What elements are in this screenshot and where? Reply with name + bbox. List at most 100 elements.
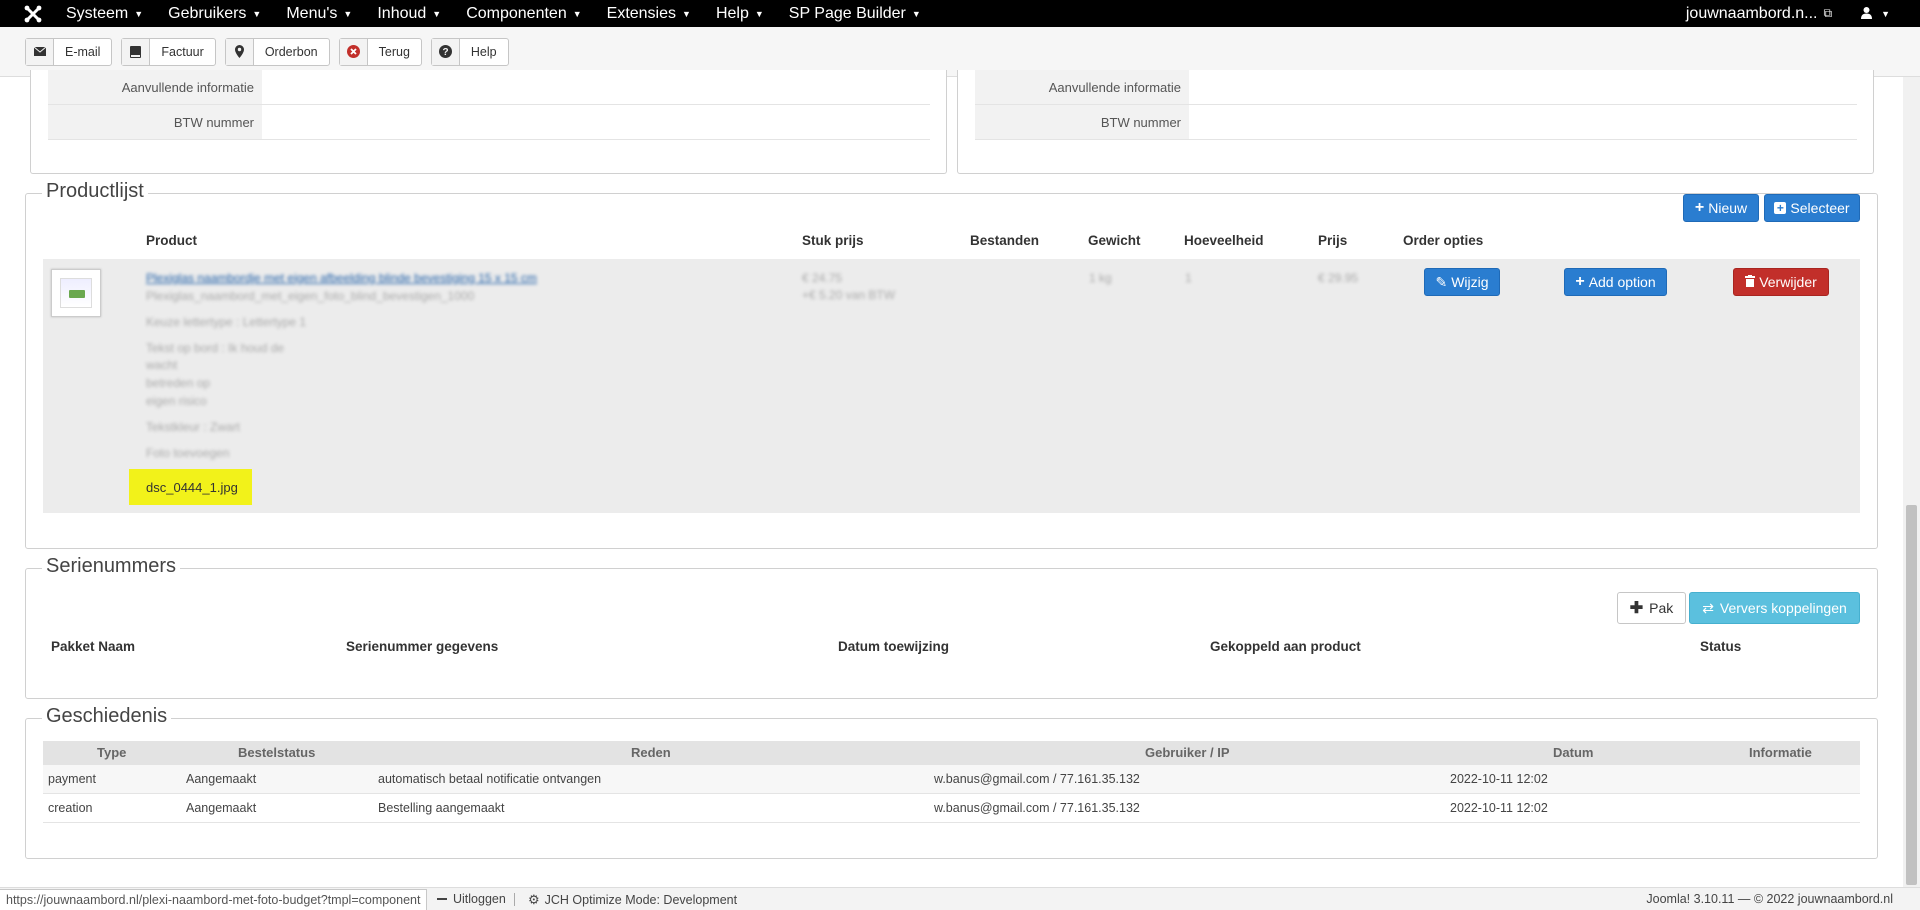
history-reason: automatisch betaal notificatie ontvangen <box>378 772 602 786</box>
menu-sp-page-builder[interactable]: SP Page Builder ▼ <box>789 5 932 23</box>
product-font-option: Keuze lettertype : Lettertype 1 <box>146 315 307 329</box>
select-product-button[interactable]: + Selecteer <box>1764 194 1860 222</box>
history-col-type: Type <box>97 745 127 760</box>
refresh-icon: ⇄ <box>1702 599 1714 616</box>
history-col-status: Bestelstatus <box>238 745 316 760</box>
history-table-header: Type Bestelstatus Reden Gebruiker / IP D… <box>43 741 1860 765</box>
product-row: Plexiglas naambordje met eigen afbeeldin… <box>43 259 1860 513</box>
address-row: BTW nummer <box>975 105 1857 140</box>
history-row: payment Aangemaakt automatisch betaal no… <box>43 765 1860 794</box>
terug-button-label: Terug <box>378 44 410 59</box>
product-image-mark <box>69 290 85 298</box>
cancel-circle-icon <box>339 38 368 65</box>
product-name[interactable]: Plexiglas naambordje met eigen afbeeldin… <box>146 271 537 285</box>
menu-label: Systeem <box>66 4 129 22</box>
logout-link[interactable]: Uitloggen <box>437 892 506 906</box>
scrollbar-thumb[interactable] <box>1906 505 1917 885</box>
product-quantity: 1 <box>1185 271 1192 285</box>
site-link-label: jouwnaambord.n... <box>1685 4 1818 22</box>
col-status: Status <box>1700 639 1742 654</box>
main-menu: Systeem ▼ Gebruikers ▼ Menu's ▼ Inhoud ▼ Com… <box>66 0 946 27</box>
orderbon-button-label: Orderbon <box>264 44 318 59</box>
refresh-links-button[interactable]: ⇄ Ververs koppelingen <box>1689 592 1860 624</box>
help-button[interactable]: ? Help <box>430 37 509 66</box>
email-button-label: E-mail <box>65 44 101 59</box>
product-image <box>60 278 92 308</box>
address-label: BTW nummer <box>975 105 1189 139</box>
history-reason: Bestelling aangemaakt <box>378 801 505 815</box>
col-serienummer-gegevens: Serienummer gegevens <box>346 639 499 654</box>
col-pakket-naam: Pakket Naam <box>51 639 136 654</box>
product-vat: +€ 5.20 van BTW <box>802 288 896 302</box>
col-datum-toewijzing: Datum toewijzing <box>838 639 949 654</box>
col-unit-price: Stuk prijs <box>802 233 864 248</box>
menu-extensies[interactable]: Extensies ▼ <box>607 5 702 23</box>
product-text-option: betreden op <box>146 376 211 390</box>
product-thumbnail[interactable] <box>51 269 101 317</box>
edit-product-button[interactable]: ✎ Wijzig <box>1424 268 1500 296</box>
delete-product-button[interactable]: Verwijder <box>1733 268 1829 296</box>
history-type: creation <box>48 801 93 815</box>
address-value <box>262 105 930 139</box>
product-file-name: dsc_0444_1.jpg <box>146 479 238 495</box>
site-link[interactable]: jouwnaambord.n... ⧉ <box>1686 5 1832 23</box>
product-weight: 1 kg <box>1089 271 1112 285</box>
help-button-label: Help <box>470 44 497 59</box>
menu-componenten[interactable]: Componenten ▼ <box>466 5 592 23</box>
new-product-label: Nieuw <box>1708 200 1748 216</box>
caret-down-icon: ▼ <box>432 8 442 19</box>
menu-inhoud[interactable]: Inhoud ▼ <box>377 5 452 23</box>
serial-numbers-panel <box>25 568 1878 699</box>
menu-menus[interactable]: Menu's ▼ <box>286 5 363 23</box>
envelope-icon <box>26 38 54 65</box>
user-icon <box>1860 6 1873 22</box>
jch-optimize-status[interactable]: ⚙ JCH Optimize Mode: Development <box>528 892 737 908</box>
caret-down-icon: ▼ <box>911 8 921 19</box>
factuur-button[interactable]: Factuur <box>121 37 216 66</box>
new-product-button[interactable]: + Nieuw <box>1683 194 1759 222</box>
product-text-option: eigen risico <box>146 394 207 408</box>
product-list-title: Productlijst <box>42 180 148 203</box>
address-value <box>262 70 930 104</box>
product-file-highlight[interactable]: dsc_0444_1.jpg <box>129 469 252 505</box>
orderbon-button[interactable]: Orderbon <box>224 37 330 66</box>
map-pin-icon <box>225 38 254 65</box>
link-preview-tooltip: https://jouwnaambord.nl/plexi-naambord-m… <box>0 889 428 910</box>
external-link-icon: ⧉ <box>1823 6 1833 20</box>
serial-numbers-title: Serienummers <box>42 555 181 578</box>
address-label: BTW nummer <box>48 105 262 139</box>
menu-label: SP Page Builder <box>788 4 906 22</box>
caret-down-icon: ▼ <box>134 8 144 19</box>
caret-down-icon: ▼ <box>343 8 353 19</box>
history-row: creation Aangemaakt Bestelling aangemaak… <box>43 794 1860 823</box>
history-col-user: Gebruiker / IP <box>1145 745 1230 760</box>
page-scrollbar[interactable] <box>1903 77 1920 887</box>
status-bar: Uitloggen ⚙ JCH Optimize Mode: Developmen… <box>0 887 1920 910</box>
menu-help[interactable]: Help ▼ <box>716 5 775 23</box>
product-photo-option: Foto toevoegen <box>146 446 230 460</box>
shipping-address-rows: Aanvullende informatie BTW nummer <box>975 70 1857 140</box>
col-options: Order opties <box>1403 233 1484 248</box>
address-value <box>1189 70 1857 104</box>
pencil-icon: ✎ <box>1435 273 1448 290</box>
history-date: 2022-10-11 12:02 <box>1450 801 1548 815</box>
email-button[interactable]: E-mail <box>25 37 113 66</box>
caret-down-icon: ▼ <box>682 8 691 19</box>
user-menu[interactable]: ▼ <box>1860 6 1890 22</box>
menu-systeem[interactable]: Systeem ▼ <box>66 5 154 23</box>
menu-gebruikers[interactable]: Gebruikers ▼ <box>168 5 272 23</box>
minus-icon <box>437 898 447 900</box>
menu-label: Menu's <box>286 4 338 22</box>
pack-label: Pak <box>1649 600 1674 616</box>
pack-button[interactable]: ✚ Pak <box>1617 592 1686 624</box>
add-option-button[interactable]: + Add option <box>1564 268 1667 296</box>
logout-label: Uitloggen <box>453 892 506 906</box>
terug-button[interactable]: Terug <box>338 37 422 66</box>
history-status: Aangemaakt <box>186 801 257 815</box>
product-color-option: Tekstkleur : Zwart <box>146 420 241 434</box>
address-label: Aanvullende informatie <box>975 70 1189 104</box>
joomla-icon[interactable] <box>0 0 66 27</box>
caret-down-icon: ▼ <box>572 8 582 19</box>
address-label: Aanvullende informatie <box>48 70 262 104</box>
gear-icon: ⚙ <box>528 892 540 907</box>
